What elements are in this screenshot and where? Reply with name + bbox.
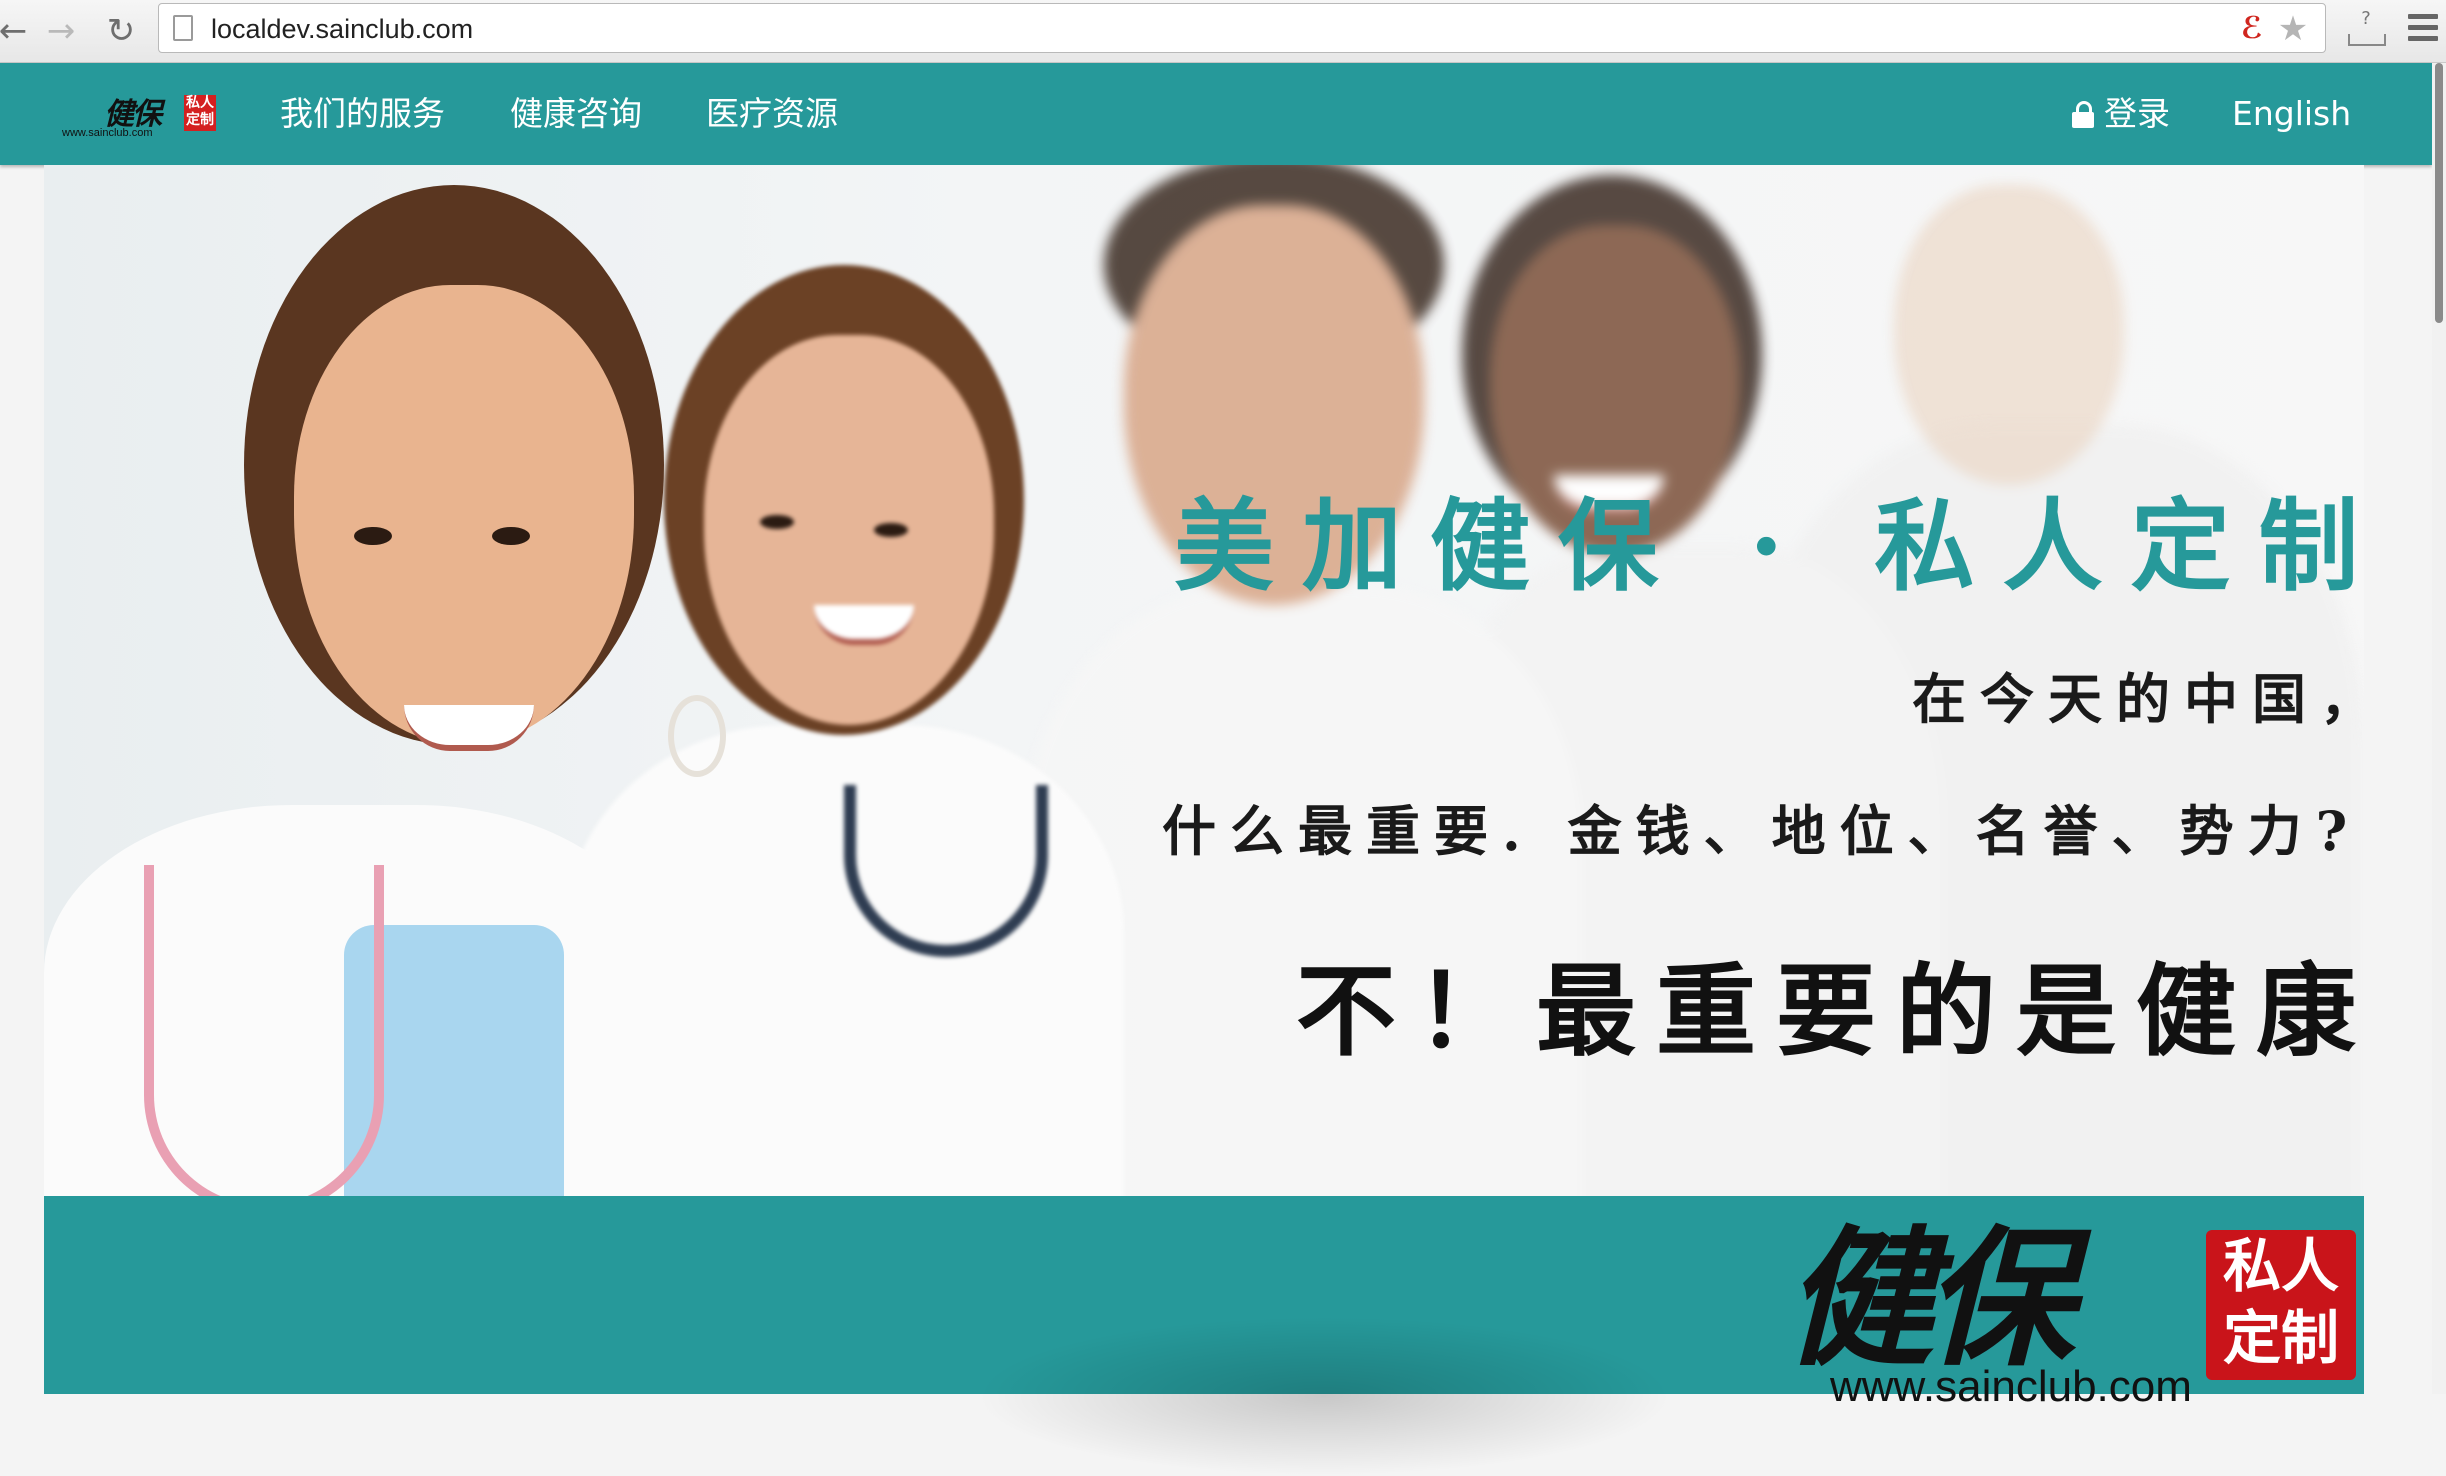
nav-link-resources[interactable]: 医疗资源 — [706, 63, 838, 165]
hero-headline: 美加健保 · 私人定制 — [1174, 487, 2364, 605]
seal-line-top: 私人 — [2222, 1232, 2339, 1300]
page-icon — [173, 15, 193, 41]
brand-logo-url: www.sainclub.com — [1830, 1362, 2192, 1411]
brand-logo-seal: 私人 定制 — [2206, 1230, 2356, 1380]
address-bar[interactable]: localdev.sainclub.com ℰ ★ — [158, 3, 2326, 53]
site-navbar: 健保 私人定制 www.sainclub.com 我们的服务 健康咨询 医疗资源… — [0, 63, 2432, 165]
hero-banner: 美加健保 · 私人定制 在今天的中国， 什么最重要. 金钱、地位、名誉、势力? … — [44, 165, 2364, 1196]
browser-toolbar: ← → ↻ localdev.sainclub.com ℰ ★ ? — [0, 0, 2446, 63]
bookmark-star-icon[interactable]: ★ — [2275, 10, 2311, 48]
forward-icon[interactable]: → — [38, 8, 84, 54]
site-logo[interactable]: 健保 私人定制 www.sainclub.com — [62, 89, 222, 145]
back-icon[interactable]: ← — [0, 8, 36, 54]
extension-icon[interactable]: ℰ — [2237, 12, 2267, 46]
brand-band: 健保 私人 定制 www.sainclub.com — [44, 1196, 2364, 1476]
nav-link-services[interactable]: 我们的服务 — [280, 63, 445, 165]
login-link[interactable]: 登录 — [2104, 63, 2170, 165]
scrollbar-thumb[interactable] — [2435, 63, 2443, 323]
hero-line-2: 什么最重要. 金钱、地位、名誉、势力? — [1162, 799, 2362, 863]
seal-line-bottom: 定制 — [2222, 1304, 2339, 1372]
lock-icon — [2072, 101, 2094, 129]
logo-seal: 私人定制 — [184, 95, 216, 131]
reload-icon[interactable]: ↻ — [98, 8, 144, 54]
hero-line-3: 不！最重要的是健康 — [1296, 952, 2364, 1070]
downloads-badge: ? — [2361, 8, 2371, 29]
menu-icon[interactable] — [2408, 14, 2438, 44]
brand-logo-large: 健保 私人 定制 www.sainclub.com — [1784, 1211, 2364, 1411]
brand-logo-text: 健保 — [1784, 1211, 2074, 1387]
language-switch[interactable]: English — [2232, 63, 2351, 165]
logo-url: www.sainclub.com — [62, 127, 153, 139]
downloads-icon[interactable]: ? — [2346, 8, 2386, 50]
nav-link-consult[interactable]: 健康咨询 — [510, 63, 642, 165]
hero-line-1: 在今天的中国， — [1912, 667, 2364, 731]
page-scrollbar[interactable] — [2432, 63, 2446, 1394]
url-text[interactable]: localdev.sainclub.com — [211, 4, 473, 54]
